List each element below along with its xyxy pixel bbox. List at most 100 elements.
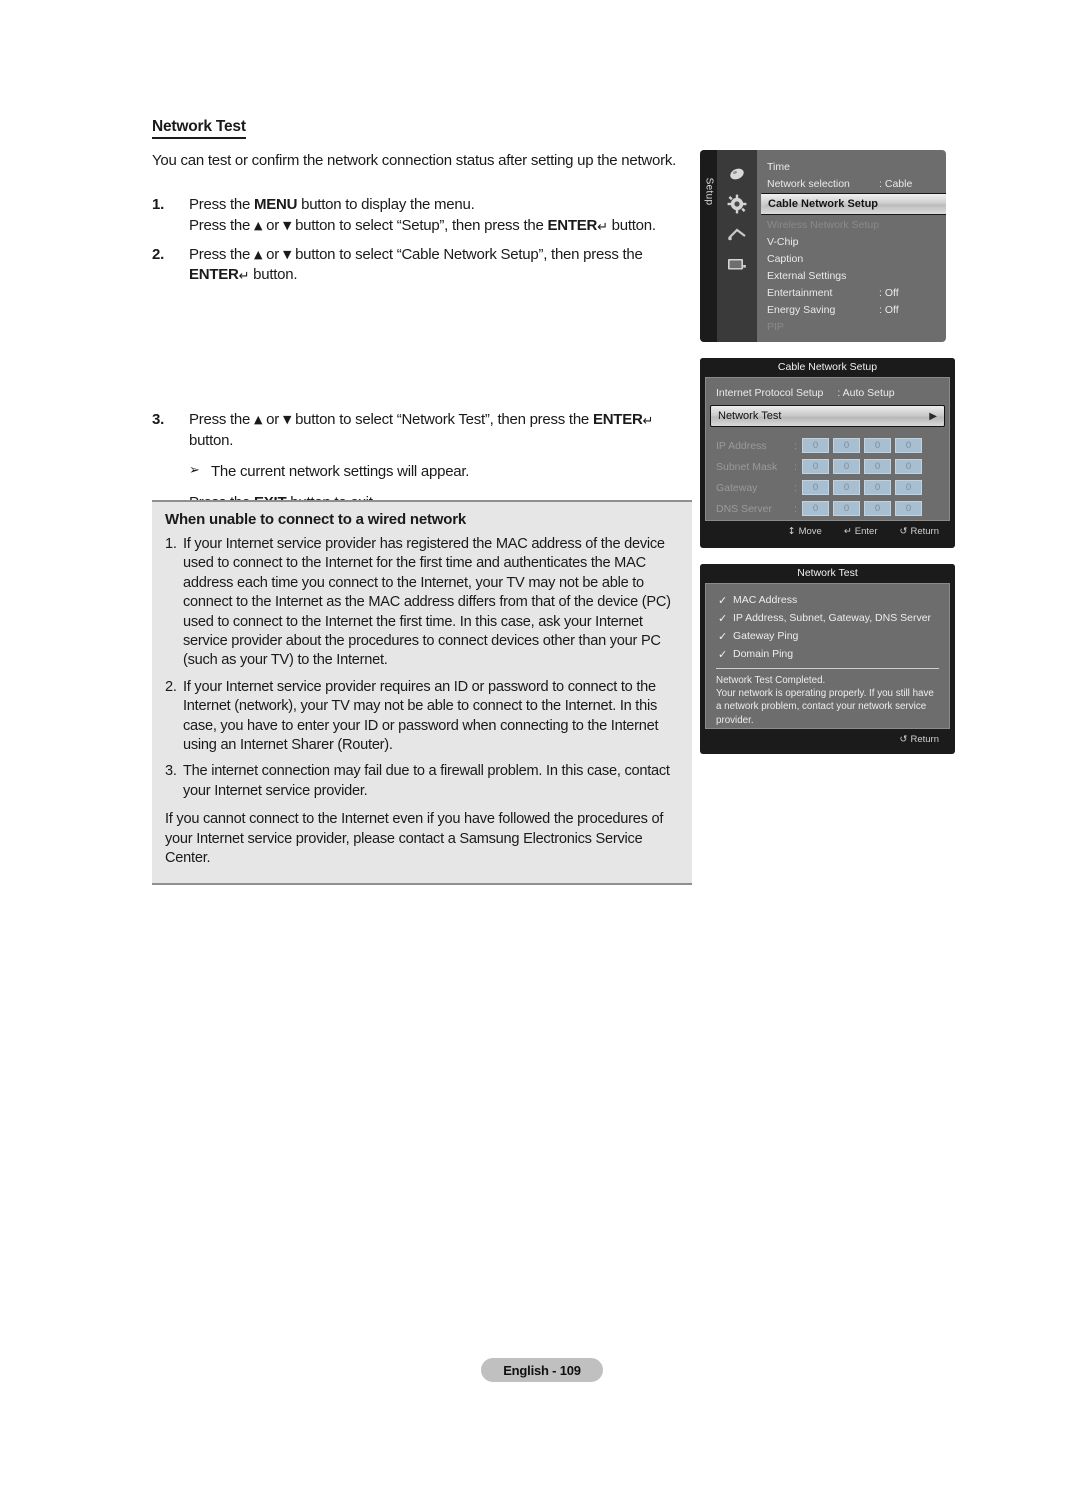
osd-row-entertainment[interactable]: Entertainment : Off [757, 284, 946, 301]
check-icon: ✓ [718, 647, 728, 661]
osd-internet-protocol-setup-row[interactable]: Internet Protocol Setup : Auto Setup [706, 384, 949, 402]
callout-item-2-text: If your Internet service provider requir… [183, 678, 659, 754]
callout-box: When unable to connect to a wired networ… [152, 500, 692, 885]
divider [716, 668, 939, 669]
step-1-number: 1. [152, 196, 165, 214]
step-1b-text-a: Press the [189, 216, 255, 234]
steps-list: 1. Press the MENU button to display the … [152, 195, 692, 513]
footer-return[interactable]: ↺ Return [900, 526, 939, 537]
network-test-item-label: IP Address, Subnet, Gateway, DNS Server [733, 612, 932, 624]
osd-field-gateway-colon: : [794, 481, 797, 494]
footer-enter[interactable]: ↵ Enter [844, 526, 878, 537]
osd-field-dns-server-cells: 0 0 0 0 [802, 501, 922, 516]
osd-network-test-title: Network Test [700, 564, 955, 583]
ip-octet-input[interactable]: 0 [802, 501, 829, 516]
osd-row-cable-network-setup[interactable]: ▸ Cable Network Setup ▶ [761, 193, 946, 215]
ip-octet-input[interactable]: 0 [833, 459, 860, 474]
step-2-body: Press the ▲ or ▼ button to select “Cable… [189, 245, 692, 286]
osd-row-external-settings[interactable]: External Settings [757, 267, 946, 284]
ip-octet-input[interactable]: 0 [833, 501, 860, 516]
footer-move[interactable]: ↕ Move [788, 526, 822, 537]
osd-row-v-chip[interactable]: V-Chip [757, 233, 946, 250]
document-body: Network Test You can test or confirm the… [152, 118, 692, 521]
ip-octet-input[interactable]: 0 [864, 438, 891, 453]
ip-octet-input[interactable]: 0 [864, 501, 891, 516]
osd-network-test-body: ✓ MAC Address ✓ IP Address, Subnet, Gate… [705, 583, 950, 729]
step-2: 2. Press the ▲ or ▼ button to select “Ca… [152, 245, 692, 286]
osd-row-external-settings-label: External Settings [767, 269, 847, 282]
remote-icon[interactable] [717, 159, 757, 189]
footer-return[interactable]: ↺ Return [900, 734, 939, 745]
osd-field-dns-server-colon: : [794, 502, 797, 515]
osd-field-subnet-mask-colon: : [794, 460, 797, 473]
osd-row-caption[interactable]: Caption [757, 250, 946, 267]
network-test-result-message: Network Test Completed. Your network is … [706, 674, 949, 727]
ip-octet-input[interactable]: 0 [802, 459, 829, 474]
ip-octet-input[interactable]: 0 [895, 459, 922, 474]
step-1: 1. Press the MENU button to display the … [152, 195, 692, 236]
osd-row-network-selection-value: : Cable [879, 177, 913, 190]
callout-item-2: 2. If your Internet service provider req… [165, 678, 679, 756]
osd-row-entertainment-label: Entertainment [767, 286, 833, 299]
step-spacer [152, 294, 692, 410]
tv-icon[interactable] [717, 249, 757, 279]
osd-row-pip[interactable]: PIP [757, 318, 946, 335]
ip-octet-input[interactable]: 0 [802, 438, 829, 453]
note-bullet-icon: ➢ [189, 463, 200, 479]
step-2-text-b: or [262, 245, 283, 263]
osd-field-subnet-mask-cells: 0 0 0 0 [802, 459, 922, 474]
ip-octet-input[interactable]: 0 [864, 480, 891, 495]
footer-move-label: Move [798, 525, 822, 537]
osd-network-test-row[interactable]: Network Test ▶ [710, 405, 945, 427]
enter-key-label: ENTER [547, 216, 598, 234]
osd-field-dns-server[interactable]: DNS Server : 0 0 0 0 [706, 498, 949, 519]
step-2-text-a: Press the [189, 245, 255, 263]
down-arrow-icon: ▼ [282, 247, 292, 261]
step-2-number: 2. [152, 245, 165, 263]
enter-key-label: ENTER [592, 411, 643, 429]
ip-octet-input[interactable]: 0 [895, 480, 922, 495]
ip-octet-input[interactable]: 0 [864, 459, 891, 474]
osd-setup-menu: Setup Time Network selection: Cable ▸ C… [700, 150, 946, 342]
step-1-line-1: Press the MENU button to display the men… [189, 195, 692, 216]
intro-paragraph: You can test or confirm the network conn… [152, 152, 676, 170]
ip-octet-input[interactable]: 0 [833, 438, 860, 453]
osd-row-cable-network-setup-label: Cable Network Setup [768, 198, 879, 210]
osd-field-gateway[interactable]: Gateway : 0 0 0 0 [706, 477, 949, 498]
ip-octet-input[interactable]: 0 [895, 501, 922, 516]
move-updown-icon: ↕ [787, 525, 796, 537]
step-1-text-c: button to display the menu. [297, 196, 475, 214]
callout-item-1-text: If your Internet service provider has re… [183, 536, 671, 669]
footer-enter-label: Enter [854, 525, 878, 537]
enter-key-icon: ↵ [597, 219, 608, 235]
step-3-note-text: The current network settings will appear… [211, 463, 470, 481]
network-test-item-ip-subnet-gateway-dns: ✓ IP Address, Subnet, Gateway, DNS Serve… [706, 609, 949, 627]
osd-field-subnet-mask[interactable]: Subnet Mask : 0 0 0 0 [706, 456, 949, 477]
osd-row-energy-saving[interactable]: Energy Saving : Off [757, 301, 946, 318]
osd-menu-list: Time Network selection : Cable ▸ Cable N… [757, 150, 946, 342]
osd-row-network-selection[interactable]: Network selection : Cable [757, 175, 946, 192]
down-arrow-icon: ▼ [282, 218, 292, 232]
antenna-icon[interactable] [717, 219, 757, 249]
ip-octet-input[interactable]: 0 [833, 480, 860, 495]
gear-icon[interactable] [717, 189, 757, 219]
osd-field-dns-server-label: DNS Server [716, 502, 773, 515]
callout-closing-text: If you cannot connect to the Internet ev… [165, 811, 664, 867]
osd-row-time[interactable]: Time [757, 158, 946, 175]
osd-cable-body: Internet Protocol Setup : Auto Setup Net… [705, 377, 950, 521]
step-1b-text-b: or [262, 216, 283, 234]
osd-field-ip-address[interactable]: IP Address : 0 0 0 0 [706, 435, 949, 456]
menu-key-label: MENU [254, 196, 298, 214]
enter-key-label: ENTER [189, 266, 239, 284]
step-3-line-2: button. [189, 431, 234, 449]
osd-row-wireless-network-setup[interactable]: Wireless Network Setup [757, 216, 946, 233]
osd-internet-protocol-setup-value: : Auto Setup [837, 387, 895, 399]
step-2-text-c: button to select “Cable Network Setup”, … [291, 245, 643, 263]
osd-row-energy-saving-label: Energy Saving [767, 303, 836, 316]
ip-octet-input[interactable]: 0 [895, 438, 922, 453]
down-arrow-icon: ▼ [282, 413, 292, 427]
osd-row-caption-label: Caption [767, 252, 804, 265]
step-1-line-2: Press the ▲ or ▼ button to select “Setup… [189, 216, 692, 237]
network-test-item-label: MAC Address [733, 594, 798, 606]
ip-octet-input[interactable]: 0 [802, 480, 829, 495]
